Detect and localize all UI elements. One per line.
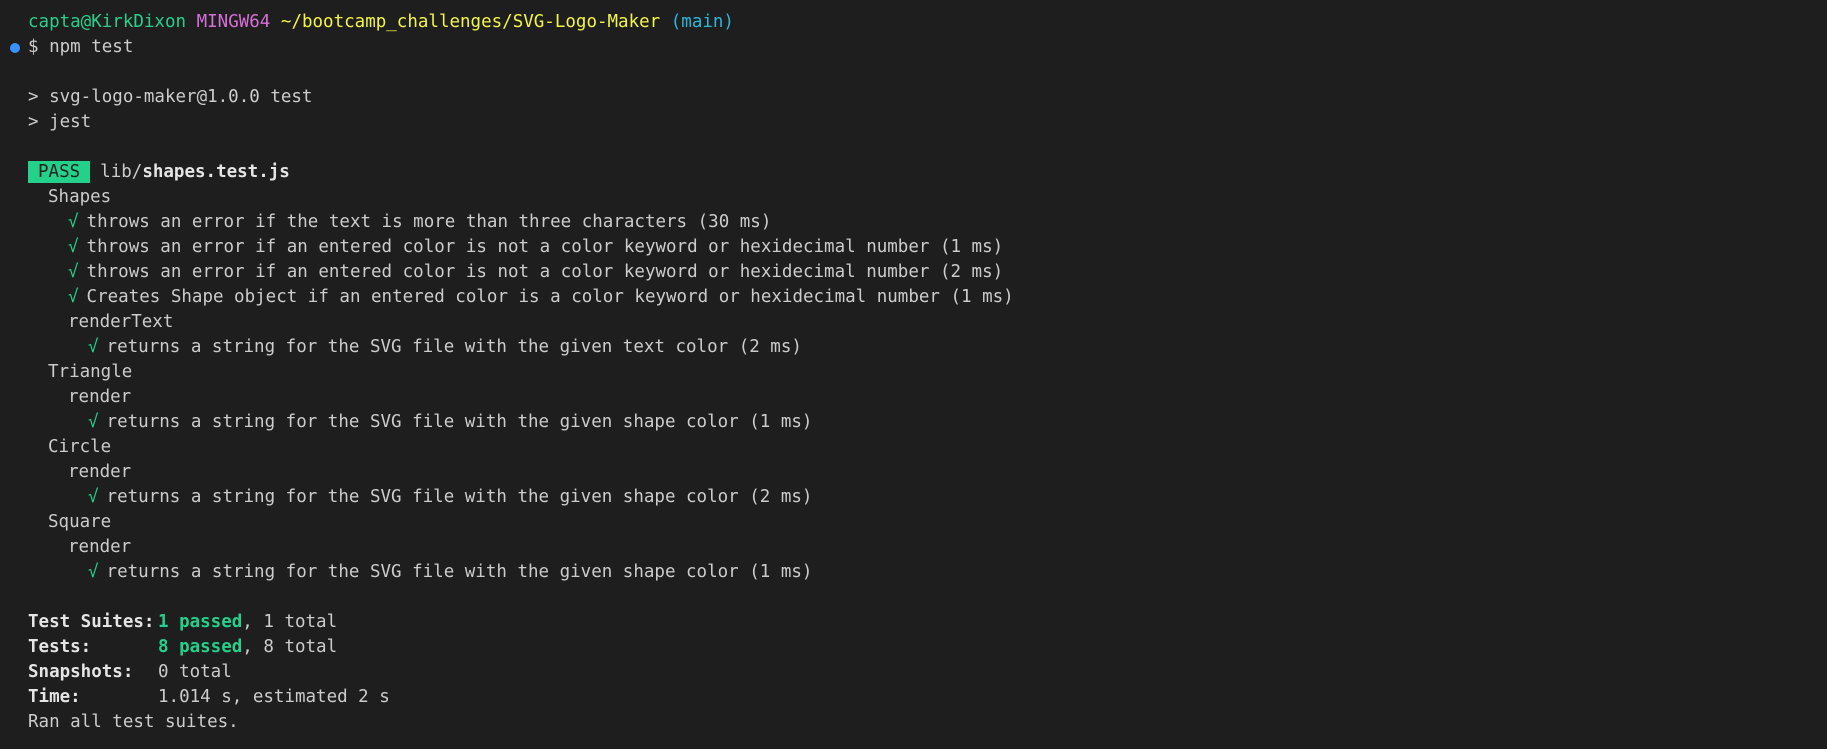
summary-time: Time: 1.014 s, estimated 2 s — [0, 685, 1827, 710]
test-case: √ returns a string for the SVG file with … — [0, 410, 1827, 435]
command-text: npm test — [49, 37, 134, 57]
test-group-shapes: Shapes — [48, 187, 112, 207]
test-case: √ returns a string for the SVG file with … — [0, 560, 1827, 585]
prompt-branch: (main) — [670, 12, 734, 32]
summary-time-label: Time: — [28, 687, 81, 707]
check-icon: √ — [88, 337, 99, 357]
test-case-label: throws an error if an entered color is n… — [86, 262, 1004, 282]
summary-tests-passed: 8 passed — [158, 637, 243, 657]
check-icon: √ — [88, 562, 99, 582]
test-group-square: Square — [48, 512, 112, 532]
test-case: √ throws an error if an entered color is … — [0, 260, 1827, 285]
script-line: > jest — [28, 112, 92, 132]
test-group-triangle: Triangle — [48, 362, 133, 382]
summary-tests-label: Tests: — [28, 637, 92, 657]
script-line: > svg-logo-maker@1.0.0 test — [28, 87, 313, 107]
test-case-label: returns a string for the SVG file with t… — [106, 562, 813, 582]
test-subgroup-render: render — [68, 387, 132, 407]
prompt-line: capta@KirkDixon MINGW64 ~/bootcamp_chall… — [0, 10, 1827, 35]
summary-time-value: 1.014 s, estimated 2 s — [158, 687, 390, 707]
summary-suites-passed: 1 passed — [158, 612, 243, 632]
test-case: √ returns a string for the SVG file with … — [0, 485, 1827, 510]
prompt-path: ~/bootcamp_challenges/SVG-Logo-Maker — [280, 12, 661, 32]
prompt-shell: MINGW64 — [196, 12, 271, 32]
test-case-label: throws an error if an entered color is n… — [86, 237, 1004, 257]
test-case: √ Creates Shape object if an entered colo… — [0, 285, 1827, 310]
test-case: √ throws an error if an entered color is … — [0, 235, 1827, 260]
test-case: √ throws an error if the text is more tha… — [0, 210, 1827, 235]
test-case-label: returns a string for the SVG file with t… — [106, 412, 813, 432]
summary-tests-total: , 8 total — [242, 637, 338, 657]
check-icon: √ — [88, 487, 99, 507]
terminal-output[interactable]: capta@KirkDixon MINGW64 ~/bootcamp_chall… — [0, 0, 1827, 749]
pass-badge: PASS — [28, 161, 91, 183]
check-icon: √ — [68, 262, 79, 282]
test-case-label: throws an error if the text is more than… — [86, 212, 772, 232]
test-case-label: Creates Shape object if an entered color… — [86, 287, 1014, 307]
test-subgroup-rendertext: renderText — [68, 312, 174, 332]
summary-suites: Test Suites: 1 passed, 1 total — [0, 610, 1827, 635]
check-icon: √ — [68, 237, 79, 257]
prompt-symbol: $ — [28, 37, 39, 57]
test-file-dir: lib/ — [100, 162, 143, 182]
test-subgroup-render: render — [68, 537, 132, 557]
command-decoration-dot-icon[interactable] — [10, 43, 20, 53]
summary-tests: Tests: 8 passed, 8 total — [0, 635, 1827, 660]
test-file-name: shapes.test.js — [142, 162, 290, 182]
summary-snapshots: Snapshots: 0 total — [0, 660, 1827, 685]
summary-snapshots-value: 0 total — [158, 662, 232, 682]
test-subgroup-render: render — [68, 462, 132, 482]
check-icon: √ — [68, 212, 79, 232]
check-icon: √ — [68, 287, 79, 307]
test-case-label: returns a string for the SVG file with t… — [106, 487, 813, 507]
command-line: $ npm test — [0, 35, 1827, 60]
check-icon: √ — [88, 412, 99, 432]
test-group-circle: Circle — [48, 437, 112, 457]
test-file-result: PASS lib/shapes.test.js — [0, 160, 1827, 185]
test-case-label: returns a string for the SVG file with t… — [106, 337, 802, 357]
test-case: √ returns a string for the SVG file with … — [0, 335, 1827, 360]
summary-suites-label: Test Suites: — [28, 612, 155, 632]
prompt-user-host: capta@KirkDixon — [28, 12, 187, 32]
summary-suites-total: , 1 total — [242, 612, 338, 632]
summary-snapshots-label: Snapshots: — [28, 662, 134, 682]
summary-footer: Ran all test suites. — [28, 712, 239, 732]
